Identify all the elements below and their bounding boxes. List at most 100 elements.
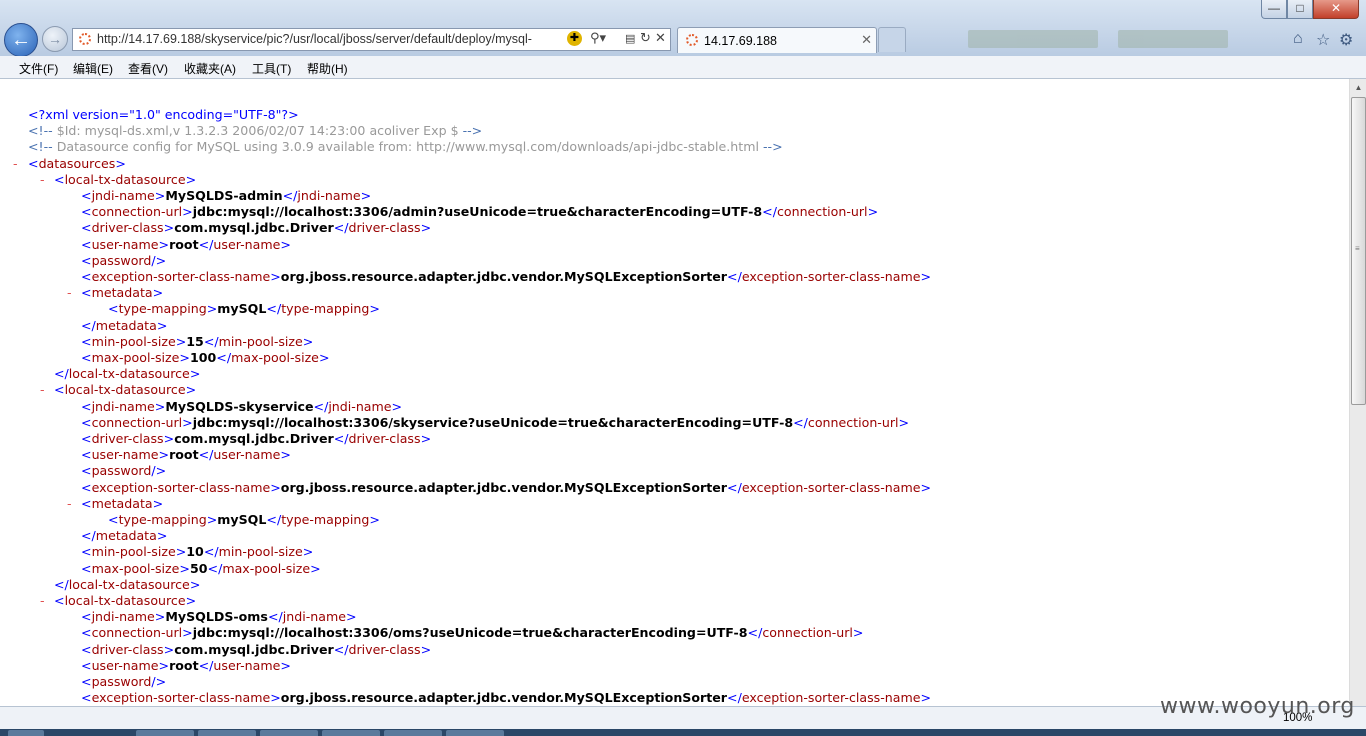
xml-line: <password/>	[81, 253, 166, 269]
refresh-icon[interactable]: ↻	[640, 30, 651, 46]
new-tab-button[interactable]	[878, 27, 906, 52]
tab-active[interactable]: 14.17.69.188 ✕	[677, 27, 877, 53]
address-url[interactable]: http://14.17.69.188/skyservice/pic?/usr/…	[97, 32, 562, 46]
xml-line: <type-mapping>mySQL</type-mapping>	[108, 512, 380, 528]
xml-value: jdbc:mysql://localhost:3306/skyservice?u…	[192, 414, 794, 430]
tools-gear-icon[interactable]: ⚙	[1339, 30, 1353, 50]
back-icon: ←	[11, 28, 31, 51]
xml-line: <?xml version="1.0" encoding="UTF-8"?>	[28, 107, 299, 123]
xml-markup: </	[198, 657, 214, 673]
xml-markup: >	[280, 236, 291, 252]
menu-tools[interactable]: 工具(T)	[252, 60, 291, 77]
collapse-toggle[interactable]: -	[13, 156, 18, 172]
collapse-toggle[interactable]: -	[40, 593, 45, 609]
tab-close-icon[interactable]: ✕	[861, 32, 872, 48]
maximize-button[interactable]: □	[1287, 0, 1313, 19]
collapse-toggle[interactable]: -	[67, 496, 72, 512]
xml-markup: <	[81, 252, 92, 268]
taskbar-item[interactable]	[384, 730, 442, 736]
xml-tag-name: max-pool-size	[222, 560, 311, 576]
xml-markup: <	[81, 431, 92, 446]
menu-view[interactable]: 查看(V)	[128, 60, 168, 77]
scroll-thumb[interactable]: ≡	[1351, 97, 1366, 405]
xml-markup: </	[81, 317, 96, 333]
menu-help[interactable]: 帮助(H)	[307, 60, 348, 77]
menu-edit[interactable]: 编辑(E)	[73, 60, 113, 77]
taskbar-item[interactable]	[446, 730, 504, 736]
xml-tag-name: user-name	[91, 657, 159, 673]
minimize-button[interactable]: —	[1261, 0, 1287, 19]
taskbar-item[interactable]	[198, 730, 256, 736]
forward-button[interactable]: →	[42, 26, 68, 52]
xml-line: <user-name>root</user-name>	[81, 658, 291, 674]
xml-tag-name: jndi-name	[91, 188, 155, 203]
favorites-star-icon[interactable]: ☆	[1316, 30, 1330, 50]
xml-markup: <	[81, 690, 92, 706]
menu-favorites[interactable]: 收藏夹(A)	[184, 60, 236, 77]
xml-markup: >	[369, 301, 380, 317]
xml-markup: <	[81, 220, 92, 236]
xml-tag-name: connection-url	[776, 204, 868, 220]
xml-tag-name: user-name	[213, 236, 281, 252]
address-bar[interactable]: http://14.17.69.188/skyservice/pic?/usr/…	[72, 28, 671, 51]
xml-markup: >	[185, 593, 197, 608]
close-window-button[interactable]: ✕	[1313, 0, 1359, 19]
xml-value: jdbc:mysql://localhost:3306/oms?useUnico…	[192, 625, 748, 641]
xml-markup: >	[302, 333, 314, 349]
start-button[interactable]	[8, 730, 44, 736]
xml-tag-name: min-pool-size	[91, 333, 176, 349]
xml-markup: >	[206, 301, 218, 317]
xml-markup: >	[420, 641, 432, 657]
xml-markup: </	[207, 560, 223, 576]
xml-markup: </	[266, 512, 282, 527]
xml-line: <driver-class>com.mysql.jdbc.Driver</dri…	[81, 642, 431, 658]
xml-tag-name: type-mapping	[118, 301, 207, 317]
taskbar-item[interactable]	[136, 730, 194, 736]
taskbar-item[interactable]	[260, 730, 318, 736]
stop-icon[interactable]: ✕	[655, 30, 666, 46]
xml-value: mySQL	[217, 512, 267, 527]
taskbar-item[interactable]	[322, 730, 380, 736]
xml-tag-name: driver-class	[91, 220, 164, 236]
vertical-scrollbar[interactable]: ▲ ≡	[1349, 79, 1366, 706]
xml-markup: >	[179, 350, 190, 365]
xml-markup: >	[360, 188, 372, 203]
xml-markup: <	[81, 609, 92, 625]
xml-markup: >	[152, 285, 164, 301]
xml-markup: >	[182, 414, 193, 430]
xml-markup: >	[185, 382, 197, 398]
xml-markup: <	[81, 350, 92, 365]
menu-file[interactable]: 文件(F)	[19, 60, 58, 77]
xml-tag-name: jndi-name	[328, 398, 392, 414]
xml-tag-name: user-name	[91, 236, 159, 252]
xml-tag-name: jndi-name	[91, 609, 155, 625]
xml-line: </local-tx-datasource>	[54, 366, 200, 382]
search-icon[interactable]: ⚲▾	[590, 30, 606, 46]
xml-markup: </	[198, 447, 214, 463]
xml-tag-name: local-tx-datasource	[68, 366, 190, 382]
collapse-toggle[interactable]: -	[40, 382, 45, 398]
xml-markup: <	[81, 447, 92, 463]
collapse-toggle[interactable]: -	[40, 172, 45, 188]
xml-line: <connection-url>jdbc:mysql://localhost:3…	[81, 625, 863, 641]
scroll-up-icon[interactable]: ▲	[1350, 79, 1366, 96]
page-icon[interactable]: ▤	[625, 32, 635, 45]
ghost-item	[968, 30, 1098, 48]
home-icon[interactable]: ⌂	[1293, 30, 1303, 48]
xml-tag-name: connection-url	[762, 625, 853, 641]
xml-markup: >	[156, 528, 168, 544]
collapse-toggle[interactable]: -	[67, 285, 72, 301]
xml-markup: </	[727, 690, 742, 706]
xml-tag-name: local-tx-datasource	[64, 593, 186, 608]
xml-tag-name: min-pool-size	[218, 544, 303, 560]
xml-tag-name: metadata	[95, 528, 157, 544]
xml-markup: Datasource config for MySQL using 3.0.9 …	[56, 139, 763, 155]
compat-view-icon[interactable]: ✚	[567, 31, 582, 46]
xml-markup: <	[81, 463, 92, 479]
xml-markup: >	[280, 657, 291, 673]
back-button[interactable]: ←	[4, 23, 38, 57]
xml-markup: >	[852, 625, 864, 641]
xml-markup: <	[81, 285, 92, 301]
xml-markup: <	[54, 171, 65, 187]
xml-value: 10	[186, 544, 204, 560]
